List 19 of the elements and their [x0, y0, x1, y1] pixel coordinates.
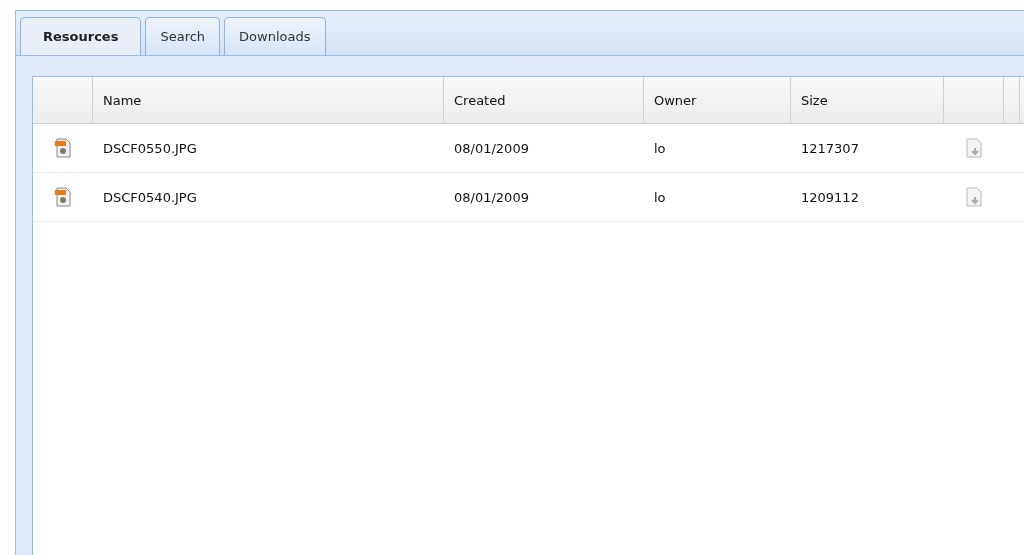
- image-file-icon: [54, 138, 72, 158]
- table-cell-text: 08/01/2009: [453, 139, 530, 158]
- table-cell-text: DSCF0550.JPG: [102, 139, 198, 158]
- column-header[interactable]: Size: [791, 77, 944, 123]
- download-icon[interactable]: [965, 187, 983, 207]
- column-header[interactable]: Name: [93, 77, 444, 123]
- column-header[interactable]: Created: [444, 77, 644, 123]
- column-header[interactable]: Owner: [644, 77, 791, 123]
- table-cell-text: 1209112: [800, 188, 860, 207]
- image-file-icon: [54, 187, 72, 207]
- table-cell-text: 1217307: [800, 139, 860, 158]
- table-cell-text: lo: [653, 188, 667, 207]
- table-cell-text: DSCF0540.JPG: [102, 188, 198, 207]
- download-icon[interactable]: [965, 138, 983, 158]
- table-cell-text: lo: [653, 139, 667, 158]
- tab[interactable]: Search: [145, 17, 221, 55]
- tab[interactable]: Downloads: [224, 17, 326, 55]
- tab[interactable]: Resources: [20, 17, 142, 55]
- table-cell-text: 08/01/2009: [453, 188, 530, 207]
